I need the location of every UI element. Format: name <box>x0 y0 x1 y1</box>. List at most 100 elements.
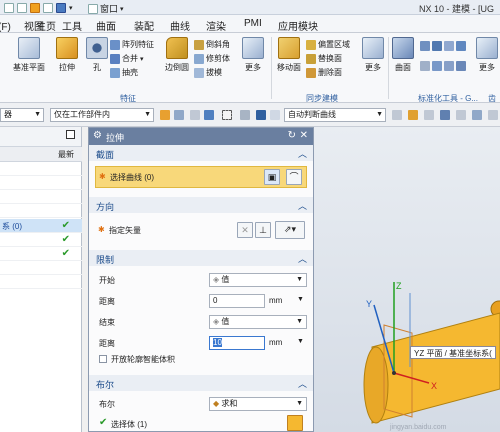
list-item[interactable] <box>0 162 82 176</box>
select-curve-row[interactable]: ✱ 选择曲线 (0) ▣ ⌒ <box>95 166 307 188</box>
datum-plane-icon <box>18 37 40 59</box>
distance1-input[interactable]: 0 <box>209 294 265 308</box>
tool-icon[interactable] <box>472 110 482 120</box>
curve-rule-combo[interactable]: 自动判断曲线 ▼ <box>284 108 386 122</box>
datum-plane-button[interactable]: 基准平面 <box>12 37 46 73</box>
dropdown-arrow-icon[interactable]: ▾ <box>69 4 73 12</box>
selection-tooltip: YZ 平面 / 基准坐标系( <box>410 346 496 359</box>
list-item[interactable] <box>0 190 82 204</box>
body-select-icon[interactable] <box>287 415 303 431</box>
draft-button[interactable]: 拔模 <box>194 67 222 78</box>
chevron-down-icon: ▾ <box>140 55 144 63</box>
tab-assembly[interactable]: 装配 <box>134 18 154 33</box>
chevron-up-icon: ︿ <box>297 201 307 211</box>
type-filter-combo[interactable]: 器 ▼ <box>0 108 44 122</box>
std-tool-row2[interactable] <box>420 61 466 71</box>
vector-type-dropdown[interactable]: ⇗▾ <box>275 221 305 239</box>
tab-surface[interactable]: 曲面 <box>96 18 116 33</box>
redo-icon[interactable] <box>43 2 53 13</box>
selection-scope-value: 仅在工作部件内 <box>54 110 110 119</box>
boolean-select[interactable]: ◆ 求和 ▼ <box>209 397 307 411</box>
maximize-icon[interactable] <box>66 130 75 139</box>
boolean-header[interactable]: 布尔 ︿ <box>89 375 313 391</box>
arrow-icon[interactable] <box>204 110 214 120</box>
layer-icon[interactable] <box>270 110 280 120</box>
tab-view[interactable]: 视图 <box>24 18 44 33</box>
distance2-unit[interactable]: mm <box>269 338 282 347</box>
reverse-direction-icon[interactable]: ✕ <box>237 222 253 238</box>
more-tools-button[interactable]: 更多 <box>470 37 500 73</box>
unite-button[interactable]: 合并 ▾ <box>110 53 144 64</box>
list-item[interactable] <box>0 204 82 218</box>
list-item[interactable] <box>0 275 82 289</box>
std-tool-row1[interactable] <box>420 41 466 51</box>
pattern-feature-button[interactable]: 阵列特征 <box>110 39 154 50</box>
gear-icon[interactable]: ⚙ <box>93 130 102 141</box>
tool-icon[interactable] <box>488 110 498 120</box>
tab-application[interactable]: 应用模块 <box>278 18 318 33</box>
chevron-down-icon[interactable]: ▼ <box>297 296 304 303</box>
tool-icon[interactable] <box>392 110 402 120</box>
delete-face-button[interactable]: 删除面 <box>306 67 342 78</box>
reset-icon[interactable]: ↻ <box>288 130 296 141</box>
tab-pmi[interactable]: PMI <box>244 18 262 29</box>
tab-render[interactable]: 渲染 <box>206 18 226 33</box>
window-menu[interactable]: 窗口 ▾ <box>88 2 124 15</box>
shell-button[interactable]: 抽壳 <box>110 67 138 78</box>
undo-icon[interactable] <box>30 2 40 13</box>
trim-body-button[interactable]: 修剪体 <box>194 53 230 64</box>
more-features-button[interactable]: 更多 <box>236 37 270 73</box>
surface-button[interactable]: 曲面 <box>386 37 420 73</box>
edge-blend-button[interactable]: 边倒圆 <box>160 37 194 73</box>
chevron-down-icon[interactable]: ▼ <box>297 338 304 345</box>
trim-body-label: 修剪体 <box>206 54 230 63</box>
section-header[interactable]: 截面 ︿ <box>89 145 313 161</box>
cut-icon[interactable] <box>4 2 14 13</box>
distance1-unit[interactable]: mm <box>269 296 282 305</box>
sketch-section-icon[interactable]: ▣ <box>264 169 280 185</box>
filter-icon[interactable] <box>190 110 200 120</box>
list-item[interactable]: ✔ <box>0 247 82 261</box>
list-item[interactable] <box>0 176 82 190</box>
tab-curve[interactable]: 曲线 <box>170 18 190 33</box>
tool-icon[interactable] <box>456 110 466 120</box>
select-icon[interactable] <box>174 110 184 120</box>
list-item-selected[interactable]: 系 (0) ✔ <box>0 219 82 233</box>
paste-icon[interactable] <box>56 2 66 13</box>
vector-dialog-icon[interactable]: ⊥ <box>255 222 271 238</box>
list-item[interactable]: ✔ <box>0 233 82 247</box>
replace-face-button[interactable]: 替换面 <box>306 53 342 64</box>
open-profile-checkbox[interactable] <box>99 355 107 363</box>
extrude-button[interactable]: 拉伸 <box>50 37 84 73</box>
hole-button[interactable]: 孔 <box>80 37 114 73</box>
tab-tools[interactable]: 工具 <box>62 18 82 33</box>
list-item[interactable] <box>0 261 82 275</box>
tool-icon[interactable] <box>440 110 450 120</box>
close-icon[interactable]: ✕ <box>300 130 308 141</box>
column-latest[interactable]: 最新 <box>58 149 74 160</box>
limits-header[interactable]: 限制 ︿ <box>89 250 313 266</box>
graphics-window[interactable]: Z Y X jingyan.baidu.com <box>314 127 500 432</box>
distance2-input[interactable]: 10 <box>209 336 265 350</box>
unite-icon: ◆ <box>213 399 220 408</box>
tab-file[interactable]: 件(F) <box>0 18 11 33</box>
tool-icon[interactable] <box>424 110 434 120</box>
boolean-label: 布尔 <box>99 400 115 409</box>
direction-header[interactable]: 方向 ︿ <box>89 197 313 213</box>
view-icon[interactable] <box>240 110 250 120</box>
move-face-button[interactable]: 移动面 <box>272 37 306 73</box>
selection-scope-combo[interactable]: 仅在工作部件内 ▼ <box>50 108 154 122</box>
curve-icon[interactable]: ⌒ <box>286 169 302 185</box>
end-type-select[interactable]: ◈ 值 ▼ <box>209 315 307 329</box>
render-icon[interactable] <box>256 110 266 120</box>
box-select-icon[interactable] <box>222 110 232 120</box>
tool-icon[interactable] <box>408 110 418 120</box>
chamfer-button[interactable]: 倒斜角 <box>194 39 230 50</box>
start-type-select[interactable]: ◈ 值 ▼ <box>209 273 307 287</box>
copy-icon[interactable] <box>17 2 27 13</box>
more-sync-button[interactable]: 更多 <box>356 37 390 73</box>
snap-icon[interactable] <box>160 110 170 120</box>
offset-region-button[interactable]: 偏置区域 <box>306 39 350 50</box>
draft-label: 拔模 <box>206 68 222 77</box>
specify-vector-row[interactable]: ✱ 指定矢量 ✕ ⊥ ⇗▾ <box>95 220 307 242</box>
